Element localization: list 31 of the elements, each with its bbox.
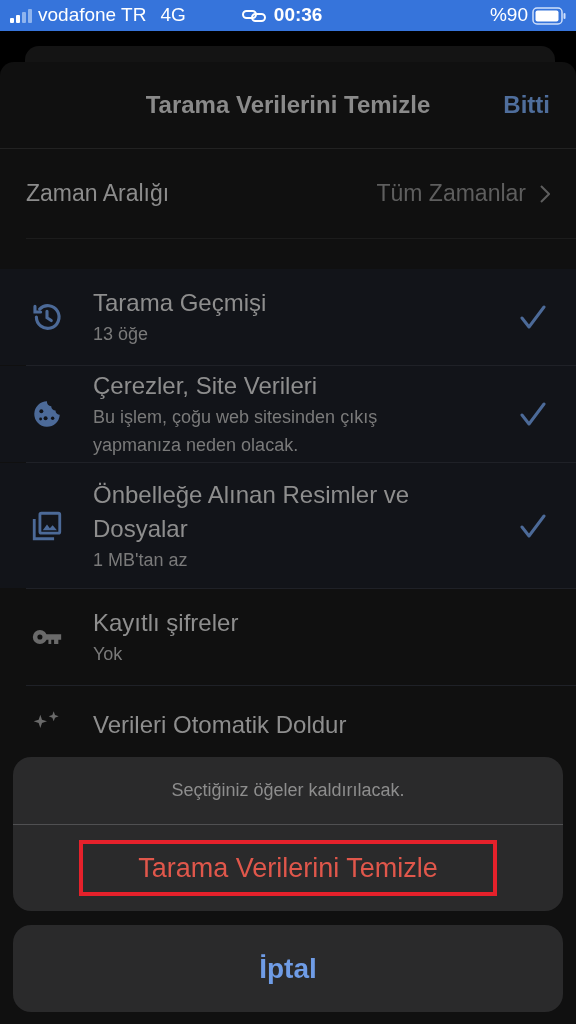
data-type-row[interactable]: Önbelleğe Alınan Resimler ve Dosyalar 1 MB'tan az	[0, 463, 576, 588]
time-range-value: Tüm Zamanlar	[376, 179, 526, 209]
chevron-icon	[540, 184, 550, 203]
battery-percent: %90	[489, 3, 528, 28]
time-range-label: Zaman Aralığı	[26, 179, 170, 209]
row-subtitle: 1 MB'tan az	[93, 548, 189, 572]
row-title: Çerezler, Site Verileri	[93, 371, 319, 401]
clear-data-button[interactable]: Tarama Verilerini Temizle	[134, 847, 442, 889]
done-button[interactable]: Bitti	[503, 87, 550, 123]
action-message: Seçtiğiniz öğeler kaldırılacak.	[171, 779, 405, 802]
time-range-row[interactable]: Zaman Aralığı Tüm Zamanlar	[0, 149, 576, 238]
data-type-row[interactable]: Çerezler, Site Verileri Bu işlem, çoğu web sitesinden çıkış yapmanıza neden olacak.	[0, 366, 576, 462]
network-type: 4G	[160, 3, 186, 28]
data-type-row[interactable]: Tarama Geçmişi 13 öğe	[0, 269, 576, 365]
signal-icon	[10, 8, 32, 23]
carrier-name: vodafone TR	[38, 3, 147, 28]
checkmark-icon	[520, 513, 546, 538]
row-subtitle: Bu işlem, çoğu web sitesinden çıkış yapmanıza neden olacak.	[93, 406, 379, 457]
row-title: Kayıtlı şifreler	[93, 608, 240, 638]
row-title: Önbelleğe Alınan Resimler ve Dosyalar	[93, 479, 411, 544]
checkmark-icon	[520, 305, 546, 329]
sheet-title: Tarama Verilerini Temizle	[145, 90, 431, 120]
row-title: Verileri Otomatik Doldur	[93, 710, 348, 740]
link-icon	[241, 8, 266, 23]
clock: 00:36	[273, 3, 323, 28]
checkmark-icon	[520, 402, 546, 426]
cancel-button[interactable]: İptal	[13, 925, 563, 1012]
row-title: Tarama Geçmişi	[93, 288, 268, 318]
row-subtitle: Yok	[93, 643, 124, 666]
battery-icon	[532, 6, 566, 25]
row-subtitle: 13 öğe	[93, 323, 150, 346]
